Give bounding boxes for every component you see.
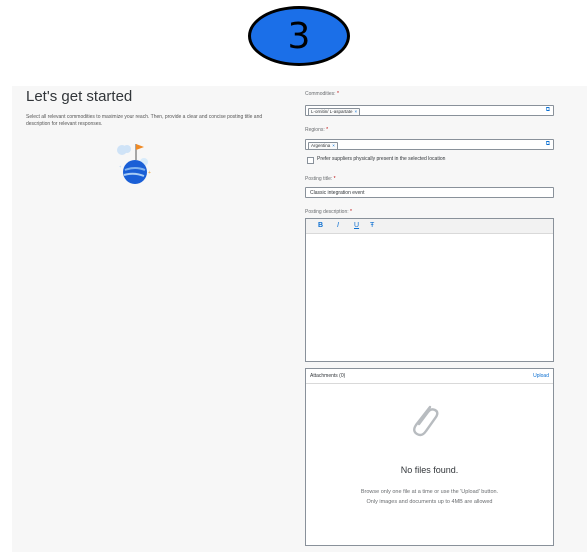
svg-text:+: +: [119, 164, 122, 169]
commodities-label: Commodities: *: [305, 91, 339, 97]
no-files-message: No files found.: [400, 465, 459, 475]
underline-button[interactable]: U: [354, 222, 359, 229]
create-posting-page: Let's get started Select all relevant co…: [12, 86, 587, 552]
value-help-icon[interactable]: ⧉: [546, 141, 550, 148]
regions-multi-input[interactable]: Argentina × ⧉: [305, 139, 554, 150]
upload-hint-line2: Only images and documents up to 4MB are …: [366, 499, 493, 505]
attachments-title: Attachments (0): [310, 373, 346, 379]
remove-token-icon[interactable]: ×: [355, 109, 358, 114]
regions-label: Regions: *: [305, 127, 329, 133]
rich-text-toolbar: B I U Ŧ: [306, 219, 553, 234]
commodities-multi-input[interactable]: L-ornitin/ L-aspartate × ⧉: [305, 105, 554, 116]
page-title: Let's get started: [26, 88, 133, 105]
upload-button[interactable]: Upload: [533, 373, 549, 379]
step-number-badge: 3: [248, 6, 350, 66]
step-number: 3: [287, 15, 311, 57]
italic-button[interactable]: I: [337, 222, 339, 229]
attachments-header: Attachments (0) Upload: [306, 369, 553, 384]
svg-text:+: +: [148, 170, 151, 176]
paperclip-icon: [413, 405, 439, 437]
value-help-icon[interactable]: ⧉: [546, 107, 550, 114]
prefer-suppliers-label: Prefer suppliers physically present in t…: [317, 156, 446, 162]
posting-description-label: Posting description: *: [305, 209, 352, 215]
region-token[interactable]: Argentina ×: [308, 142, 338, 150]
upload-hint-line1: Browse only one file at a time or use th…: [360, 489, 499, 495]
posting-title-input[interactable]: Classic integration event: [305, 187, 554, 198]
posting-title-label: Posting title: *: [305, 176, 336, 182]
posting-title-value: Classic integration event: [310, 190, 365, 196]
commodity-token[interactable]: L-ornitin/ L-aspartate ×: [308, 108, 361, 116]
globe-flag-illustration: + +: [117, 144, 151, 184]
prefer-suppliers-checkbox[interactable]: [307, 157, 314, 164]
attachments-panel: Attachments (0) Upload No files found. B…: [305, 368, 554, 546]
remove-token-icon[interactable]: ×: [332, 143, 335, 148]
bold-button[interactable]: B: [318, 222, 323, 229]
strikethrough-button[interactable]: Ŧ: [370, 222, 374, 229]
intro-description: Select all relevant commodities to maxim…: [26, 114, 263, 127]
posting-description-editor[interactable]: B I U Ŧ: [305, 218, 554, 362]
